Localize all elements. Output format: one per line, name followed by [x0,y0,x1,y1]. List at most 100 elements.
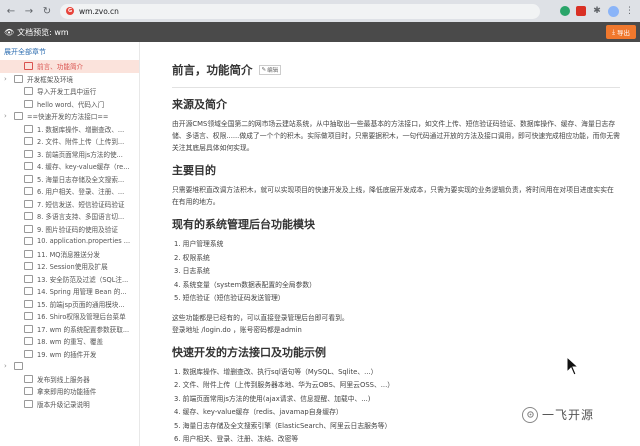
sidebar-item[interactable]: 12. Session使用及扩展 [0,260,139,273]
document-icon [24,149,33,158]
list-item: 1. 用户管理系统 [174,240,224,248]
sidebar-item[interactable]: 1. 数据库操作、增删查改、... [0,123,139,136]
sidebar-item[interactable]: 4. 缓存、key-value缓存（re... [0,160,139,173]
sidebar-item[interactable]: 3. 前端页面常用js方法的使... [0,148,139,161]
document-icon [24,87,33,96]
document-icon [24,337,33,346]
app-header: 👁 文档预览: wm ⤓ 导出 [0,22,640,42]
sidebar-item-label: 9. 图片验证码的使用及验证 [37,225,118,234]
sidebar-item[interactable]: 前言、功能简介 [0,60,139,73]
extension-icon[interactable] [560,6,570,16]
edit-label: 编辑 [267,68,279,74]
document-icon [24,237,33,246]
wechat-icon [522,406,538,423]
chevron-right-icon[interactable]: › [4,362,14,370]
download-icon: ⤓ [612,27,615,36]
document-icon [24,374,33,383]
document-icon [24,387,33,396]
sidebar-item-label: 15. 前端jsp页面的通用模块... [37,300,125,309]
avatar[interactable] [608,5,619,17]
page-title: 文档预览: wm [17,27,69,37]
sidebar-item-label: 前言、功能简介 [37,63,84,72]
chevron-right-icon[interactable]: › [4,112,14,120]
sidebar-item[interactable]: 6. 用户相关、登录、注册、... [0,185,139,198]
sidebar-item[interactable]: hello word、代码入门 [0,98,139,111]
puzzle-icon[interactable]: ✱ [592,6,602,16]
chapter-tree: 前言、功能简介 › 开发框架及环境 导入开发工具中运行 hello word、代码入门 ›… [0,60,139,410]
edit-icon: ✎ [261,67,267,73]
sidebar-item[interactable]: 2. 文件、附件上传（上传到... [0,135,139,148]
document-icon [24,399,33,408]
expand-all-link[interactable]: 展开全部章节 [0,42,139,60]
edit-button[interactable]: ✎ 编辑 [258,65,282,75]
section-heading-modules: 现有的系统管理后台功能模块 [172,218,315,231]
menu-icon[interactable]: ⋮ [625,6,634,16]
extension-icon[interactable] [576,6,586,16]
sidebar-item[interactable]: 15. 前端jsp页面的通用模块... [0,298,139,311]
sidebar-item-label: 3. 前端页面常用js方法的使... [37,150,123,159]
sidebar-item[interactable]: 5. 海量日志存储及全文搜索... [0,173,139,186]
reload-icon[interactable]: ↻ [40,4,54,18]
chevron-right-icon[interactable]: › [4,75,14,83]
sidebar-item[interactable]: 9. 图片验证码的使用及验证 [0,223,139,236]
export-button[interactable]: ⤓ 导出 [606,25,636,39]
address-bar[interactable]: G wm.zvo.cn [60,3,540,19]
sidebar-item-label: 18. wm 的重写、覆盖 [37,338,104,347]
sidebar-item-label: ==快速开发的方法接口== [27,113,109,122]
section-heading-source: 来源及简介 [172,98,227,111]
back-icon[interactable]: ← [4,4,18,18]
sidebar-item[interactable]: 18. wm 的重写、覆盖 [0,335,139,348]
sidebar-item[interactable]: 拿来即用的功能插件 [0,385,139,398]
document-icon [24,174,33,183]
document-icon [24,124,33,133]
export-label: 导出 [616,29,630,37]
document-icon [24,99,33,108]
sidebar-item-label: 12. Session使用及扩展 [37,263,108,272]
sidebar-item-label: 拿来即用的功能插件 [37,388,97,397]
document-icon [24,349,33,358]
content-title: 前言，功能简介 ✎ 编辑 [172,62,620,78]
document-icon [24,287,33,296]
sidebar-item[interactable]: 17. wm 的系统配置参数获取... [0,323,139,336]
section-text-source: 由开源CMS领域全国第二的网市场云建站系统，从中抽取出一些最基本的方法接口，如文… [172,120,620,152]
module-note: 这些功能都是已经有的，可以直接登录管理后台即可看到。 [172,313,349,322]
browser-toolbar: ← → ↻ G wm.zvo.cn ✱ ⋮ [0,0,640,22]
sidebar-item-label: 导入开发工具中运行 [37,88,97,97]
document-icon [14,362,23,371]
sidebar-item[interactable]: › 开发框架及环境 [0,73,139,86]
sidebar-item[interactable]: 13. 安全防范及过滤（SQL注... [0,273,139,286]
divider [172,87,620,88]
favicon-icon: G [66,7,74,15]
sidebar-item-label: 10. application.properties ... [37,237,131,246]
list-item: 2. 权限系统 [174,253,210,262]
document-icon [24,137,33,146]
sidebar-item[interactable]: 11. MQ消息推送分发 [0,248,139,261]
sidebar-item[interactable]: 14. Spring 用管理 Bean 的... [0,285,139,298]
sidebar-item-label: 7. 短信发送、短信验证码验证 [37,200,125,209]
sidebar-item[interactable]: 16. Shiro权限及管理后台菜单 [0,310,139,323]
sidebar-item-label: 4. 缓存、key-value缓存（re... [37,163,130,172]
list-item: 5. 短信验证（短信验证码发送管理） [174,294,285,302]
list-item: 3. 前端页面常用js方法的使用(ajax请求、信息提醒、加载中、...) [174,394,371,403]
sidebar-item[interactable]: 发布到线上服务器 [0,373,139,386]
document-icon [14,74,23,83]
sidebar-item[interactable]: 8. 多语言支持、多国语言切... [0,210,139,223]
sidebar-item[interactable]: 导入开发工具中运行 [0,85,139,98]
document-icon [24,212,33,221]
content-title-text: 前言，功能简介 [172,63,253,77]
watermark: 一飞开源 [522,406,594,423]
module-list: 1. 用户管理系统 2. 权限系统 3. 日志系统 4. 系统变量（system… [172,238,620,306]
main-content: 前言，功能简介 ✎ 编辑 来源及简介 由开源CMS领域全国第二的网市场云建站系统… [141,42,640,446]
sidebar-item[interactable]: 10. application.properties ... [0,235,139,248]
mouse-cursor-icon [566,356,580,376]
forward-icon[interactable]: → [22,4,36,18]
document-icon [24,187,33,196]
sidebar-item[interactable]: 版本升级记录说明 [0,398,139,411]
sidebar-item[interactable]: 19. wm 的插件开发 [0,348,139,361]
document-icon [24,324,33,333]
sidebar-item[interactable]: › [0,360,139,373]
sidebar-item[interactable]: 7. 短信发送、短信验证码验证 [0,198,139,211]
section-heading-purpose: 主要目的 [172,164,216,177]
list-item: 1. 数据库操作、增删查改、执行sql语句等（MySQL、Sqlite、...） [174,367,378,376]
sidebar-item[interactable]: › ==快速开发的方法接口== [0,110,139,123]
